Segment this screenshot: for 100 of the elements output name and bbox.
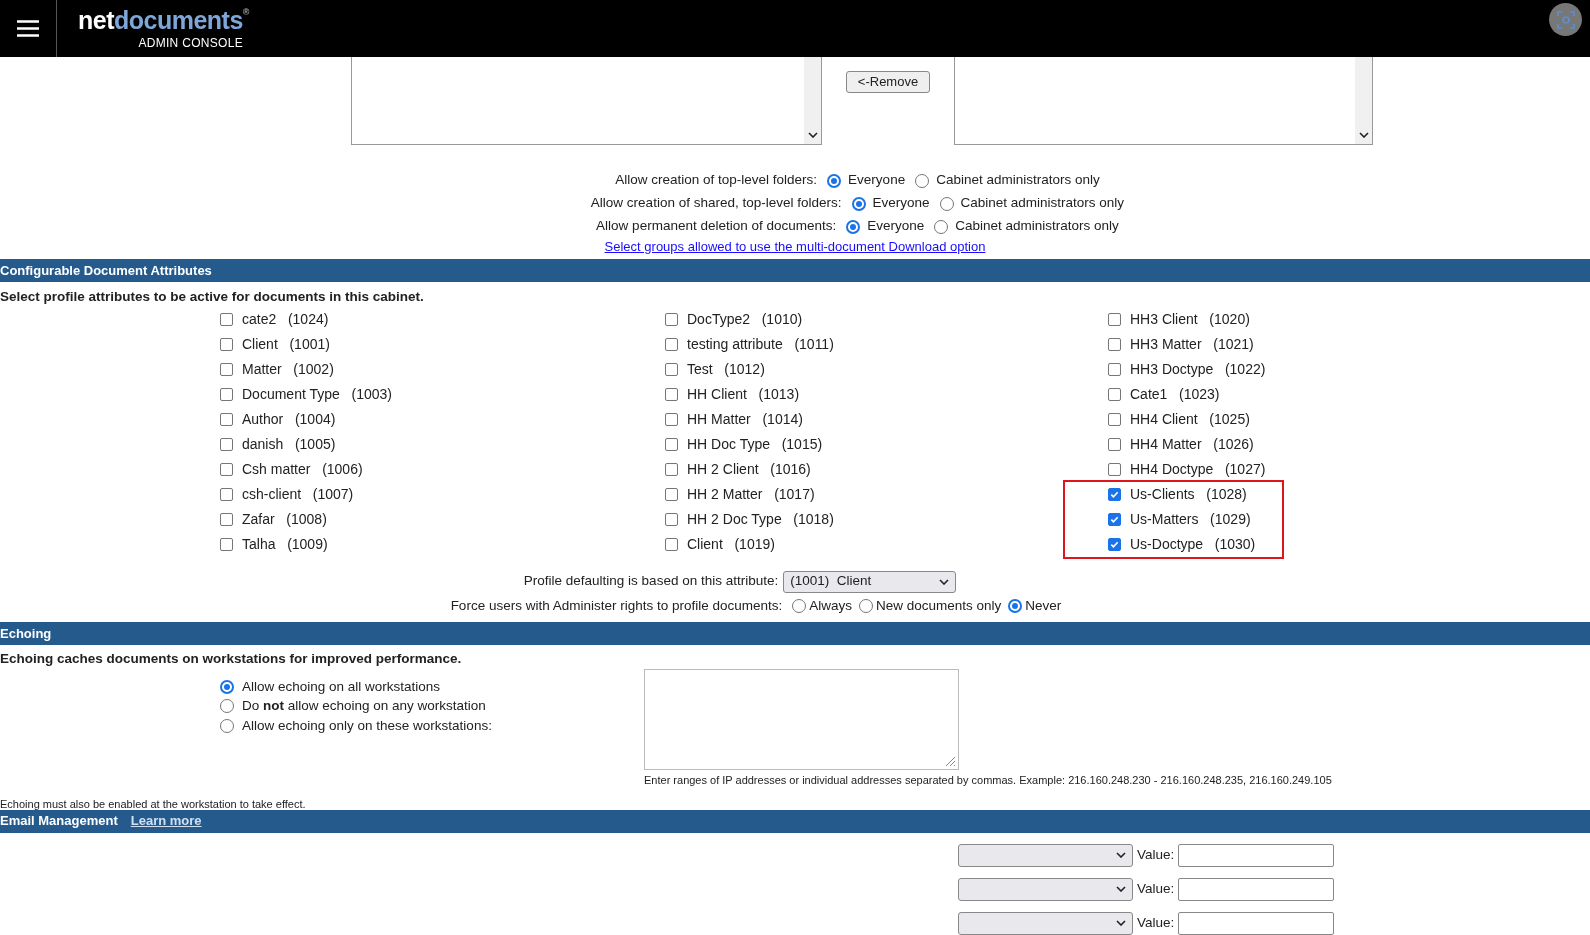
radio-button[interactable] bbox=[934, 219, 949, 234]
resize-grip-icon bbox=[945, 756, 956, 767]
attribute-label: Us-Clients (1028) bbox=[1130, 485, 1247, 504]
radio-button[interactable] bbox=[915, 173, 930, 188]
checkbox[interactable] bbox=[1108, 313, 1121, 326]
attribute-label: Us-Matters (1029) bbox=[1130, 510, 1251, 529]
force-profile-label: Force users with Administer rights to profile documents: bbox=[450, 596, 783, 615]
profile-avatar[interactable] bbox=[1549, 3, 1582, 36]
radio-button[interactable] bbox=[220, 699, 234, 714]
checkbox[interactable] bbox=[665, 388, 678, 401]
logo: netdocuments® bbox=[78, 5, 249, 34]
radio-button[interactable] bbox=[220, 718, 234, 733]
default-attribute-select[interactable]: (1001) Client bbox=[783, 570, 957, 593]
value-input[interactable] bbox=[1178, 843, 1335, 867]
value-input[interactable] bbox=[1178, 877, 1335, 901]
echoing-option-label: Allow echoing on all workstations bbox=[242, 677, 441, 696]
checkbox[interactable] bbox=[1108, 463, 1121, 476]
radio-button[interactable] bbox=[792, 599, 807, 613]
radio-label: Cabinet administrators only bbox=[955, 217, 1119, 236]
checkbox[interactable] bbox=[1108, 438, 1121, 451]
checkbox[interactable] bbox=[665, 338, 678, 351]
checkbox[interactable] bbox=[220, 488, 233, 501]
permission-label: Allow permanent deletion of documents: bbox=[596, 217, 837, 236]
attribute-label: HH3 Doctype (1022) bbox=[1130, 360, 1266, 379]
attribute-label: Talha (1009) bbox=[242, 535, 328, 554]
caret-icon bbox=[939, 578, 950, 585]
radio-button[interactable] bbox=[859, 599, 874, 613]
attribute-label: Client (1001) bbox=[242, 335, 330, 354]
radio-button[interactable] bbox=[220, 679, 234, 694]
echoing-option-label: Allow echoing only on these workstations: bbox=[242, 716, 492, 735]
attribute-label: Zafar (1008) bbox=[242, 510, 327, 529]
attribute-label: HH 2 Client (1016) bbox=[687, 460, 811, 479]
email-field-select[interactable] bbox=[958, 843, 1133, 867]
checkbox[interactable] bbox=[665, 463, 678, 476]
checkbox[interactable] bbox=[220, 388, 233, 401]
section-intro: Select profile attributes to be active for documents in this cabinet. bbox=[0, 288, 425, 306]
checkbox[interactable] bbox=[220, 413, 233, 426]
attribute-label: Csh matter (1006) bbox=[242, 460, 363, 479]
checkbox[interactable] bbox=[1108, 488, 1121, 501]
checkbox[interactable] bbox=[220, 363, 233, 376]
echoing-option-label: Do not allow echoing on any workstation bbox=[242, 697, 486, 716]
checkbox[interactable] bbox=[220, 313, 233, 326]
attribute-label: HH4 Doctype (1027) bbox=[1130, 460, 1266, 479]
radio-label: Cabinet administrators only bbox=[960, 194, 1125, 213]
radio-label: New documents only bbox=[876, 596, 1002, 615]
checkbox[interactable] bbox=[220, 463, 233, 476]
focus-icon bbox=[1555, 9, 1576, 30]
attribute-label: HH 2 Matter (1017) bbox=[687, 485, 815, 504]
email-field-select[interactable] bbox=[958, 877, 1133, 901]
checkbox[interactable] bbox=[665, 363, 678, 376]
attribute-label: Us-Doctype (1030) bbox=[1130, 535, 1256, 554]
attribute-label: Client (1019) bbox=[687, 535, 775, 554]
section-title: Configurable Document Attributes bbox=[0, 261, 212, 280]
download-groups-link[interactable]: Select groups allowed to use the multi-document Download option bbox=[604, 238, 986, 256]
checkbox[interactable] bbox=[1108, 363, 1121, 376]
radio-button[interactable] bbox=[851, 196, 866, 211]
checkbox[interactable] bbox=[665, 313, 678, 326]
value-label: Value: bbox=[1137, 913, 1175, 932]
checkmark-icon bbox=[1110, 540, 1119, 549]
checkbox[interactable] bbox=[665, 488, 678, 501]
attribute-label: HH 2 Doc Type (1018) bbox=[687, 510, 834, 529]
radio-button[interactable] bbox=[846, 219, 861, 234]
value-input[interactable] bbox=[1178, 911, 1335, 935]
section-title: Echoing bbox=[0, 624, 52, 643]
section-intro: Echoing caches documents on workstations for improved performance. bbox=[0, 650, 463, 668]
checkbox[interactable] bbox=[220, 438, 233, 451]
radio-button[interactable] bbox=[1008, 599, 1023, 613]
attribute-label: HH Matter (1014) bbox=[687, 410, 803, 429]
attribute-label: cate2 (1024) bbox=[242, 310, 329, 329]
checkbox[interactable] bbox=[1108, 538, 1121, 551]
radio-button[interactable] bbox=[827, 173, 842, 188]
checkbox[interactable] bbox=[1108, 338, 1121, 351]
permission-label: Allow creation of top-level folders: bbox=[615, 171, 818, 190]
checkbox[interactable] bbox=[665, 513, 678, 526]
caret-icon bbox=[1116, 852, 1126, 858]
email-field-select[interactable] bbox=[958, 911, 1133, 935]
checkbox[interactable] bbox=[1108, 413, 1121, 426]
attribute-label: HH Doc Type (1015) bbox=[687, 435, 823, 454]
attribute-label: danish (1005) bbox=[242, 435, 336, 454]
checkbox[interactable] bbox=[220, 538, 233, 551]
radio-button[interactable] bbox=[939, 196, 954, 211]
checkbox[interactable] bbox=[220, 513, 233, 526]
attribute-label: HH3 Client (1020) bbox=[1130, 310, 1250, 329]
caret-icon bbox=[1358, 132, 1369, 138]
checkbox[interactable] bbox=[1108, 513, 1121, 526]
caret-icon bbox=[1116, 920, 1126, 926]
logo-subtitle: ADMIN CONSOLE bbox=[138, 34, 243, 52]
checkbox[interactable] bbox=[220, 338, 233, 351]
checkbox[interactable] bbox=[1108, 388, 1121, 401]
checkbox[interactable] bbox=[665, 538, 678, 551]
learn-more-link[interactable]: Learn more bbox=[130, 811, 202, 831]
checkbox[interactable] bbox=[665, 413, 678, 426]
attribute-label: Cate1 (1023) bbox=[1130, 385, 1220, 404]
checkbox[interactable] bbox=[665, 438, 678, 451]
radio-label: Everyone bbox=[872, 194, 930, 213]
checkmark-icon bbox=[1110, 515, 1119, 524]
ip-hint: Enter ranges of IP addresses or individual addresses separated by commas. Example: 216.160.248.230 - 216.160.248.235, 216.160.249.105 bbox=[644, 773, 1332, 788]
remove-button[interactable]: <-Remove bbox=[846, 71, 930, 93]
radio-label: Everyone bbox=[848, 171, 906, 190]
radio-label: Cabinet administrators only bbox=[936, 171, 1100, 190]
